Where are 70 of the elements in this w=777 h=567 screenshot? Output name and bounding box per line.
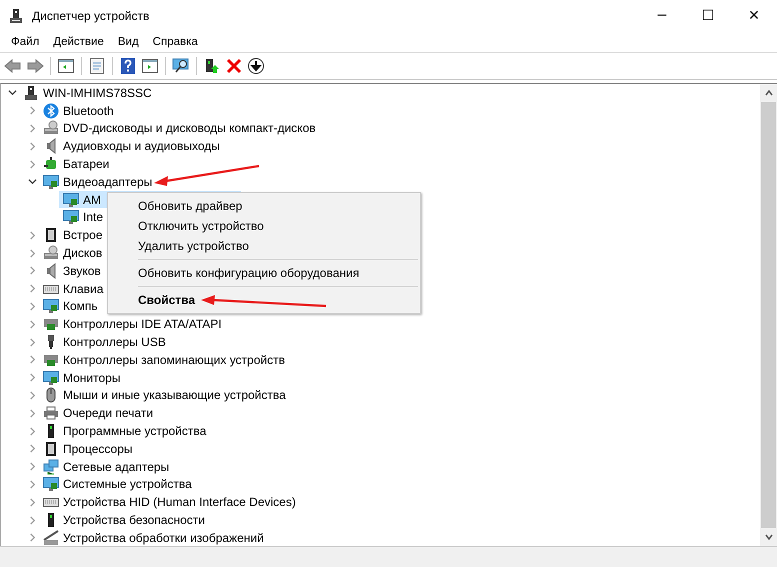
scrollbar[interactable]: [760, 84, 777, 546]
monitor-icon: [43, 476, 59, 492]
device-item[interactable]: Bluetooth: [63, 104, 114, 118]
scroll-down-icon[interactable]: [764, 532, 774, 542]
device-item[interactable]: Батареи: [63, 157, 110, 172]
device-item[interactable]: Мыши и иные указывающие устройства: [63, 388, 286, 402]
device-item[interactable]: Аудиовходы и аудиовыходы: [63, 139, 220, 154]
chip-icon: [43, 227, 59, 244]
menu-item[interactable]: Справка: [146, 36, 205, 48]
printer-icon: [43, 405, 59, 422]
device-item[interactable]: Контроллеры USB: [63, 335, 166, 350]
menu-item[interactable]: Обновить конфигурацию оборудования: [108, 263, 420, 283]
computer-icon: [8, 8, 24, 24]
download-icon[interactable]: [247, 57, 265, 75]
card-icon: [43, 316, 59, 332]
device-item[interactable]: Звуков: [63, 264, 101, 278]
scanner-icon: [43, 530, 59, 546]
device-item[interactable]: Мониторы: [63, 370, 120, 385]
device-item[interactable]: Дисков: [63, 246, 102, 260]
monitor-search-icon[interactable]: [172, 57, 190, 75]
disk-drive-icon: [43, 245, 59, 262]
device-item[interactable]: Клавиа: [63, 282, 104, 296]
disk-drive-icon: [43, 120, 59, 136]
device-item[interactable]: Контроллеры IDE ATA/ATAPI: [63, 317, 222, 332]
device-item[interactable]: Встрое: [63, 228, 103, 242]
monitor-icon: [63, 192, 79, 208]
menu-item[interactable]: Вид: [110, 36, 146, 48]
device-item[interactable]: Устройства обработки изображений: [63, 530, 264, 545]
forward-arrow-icon[interactable]: [26, 57, 44, 75]
device-update-icon[interactable]: [203, 57, 221, 75]
device-item[interactable]: AM: [83, 192, 101, 207]
menu-item[interactable]: Обновить драйвер: [108, 196, 420, 216]
window-icon[interactable]: [141, 57, 159, 75]
help-icon[interactable]: [119, 57, 137, 75]
device-item[interactable]: Компь: [63, 299, 98, 314]
menu-item[interactable]: Удалить устройство: [108, 236, 420, 256]
monitor-icon: [63, 209, 79, 226]
delete-icon[interactable]: [225, 57, 243, 75]
device-item[interactable]: Системные устройства: [63, 477, 192, 492]
bluetooth-icon: [43, 102, 59, 119]
scroll-thumb[interactable]: [761, 102, 776, 528]
network-icon: [43, 458, 59, 475]
document-icon[interactable]: [88, 57, 106, 75]
window-icon[interactable]: [57, 57, 75, 75]
maximize-button[interactable]: ☐: [685, 0, 731, 31]
device-item[interactable]: Процессоры: [63, 442, 132, 456]
device-item[interactable]: Устройства HID (Human Interface Devices): [63, 495, 296, 510]
device-item[interactable]: Программные устройства: [63, 424, 206, 438]
menu-item[interactable]: Свойства: [108, 290, 420, 310]
minimize-button[interactable]: ─: [639, 0, 685, 31]
monitor-icon: [43, 298, 59, 314]
tree-node[interactable]: Видеоадаптеры: [63, 174, 152, 189]
monitor-icon: [43, 370, 59, 386]
device-item[interactable]: Сетевые адаптеры: [63, 460, 170, 474]
back-arrow-icon[interactable]: [4, 57, 22, 75]
window-title: Диспетчер устройств: [32, 8, 150, 22]
chip-icon: [43, 440, 59, 457]
device-item[interactable]: Устройства безопасности: [63, 513, 205, 528]
computer-icon: [23, 84, 39, 101]
tree-node[interactable]: WIN-IMHIMS78SSC: [43, 86, 152, 100]
device-item[interactable]: Inte: [83, 210, 104, 224]
menu-item[interactable]: Отключить устройство: [108, 216, 420, 236]
scroll-up-icon[interactable]: [764, 88, 774, 98]
menu-item[interactable]: Файл: [4, 36, 46, 48]
menu-item[interactable]: Действие: [46, 36, 111, 48]
device-item[interactable]: Очереди печати: [63, 406, 154, 420]
monitor-icon: [43, 174, 59, 190]
device-item[interactable]: DVD-дисководы и дисководы компакт-дисков: [63, 121, 316, 136]
close-button[interactable]: ✕: [731, 0, 777, 31]
device-item[interactable]: Контроллеры запоминающих устройств: [63, 352, 285, 367]
